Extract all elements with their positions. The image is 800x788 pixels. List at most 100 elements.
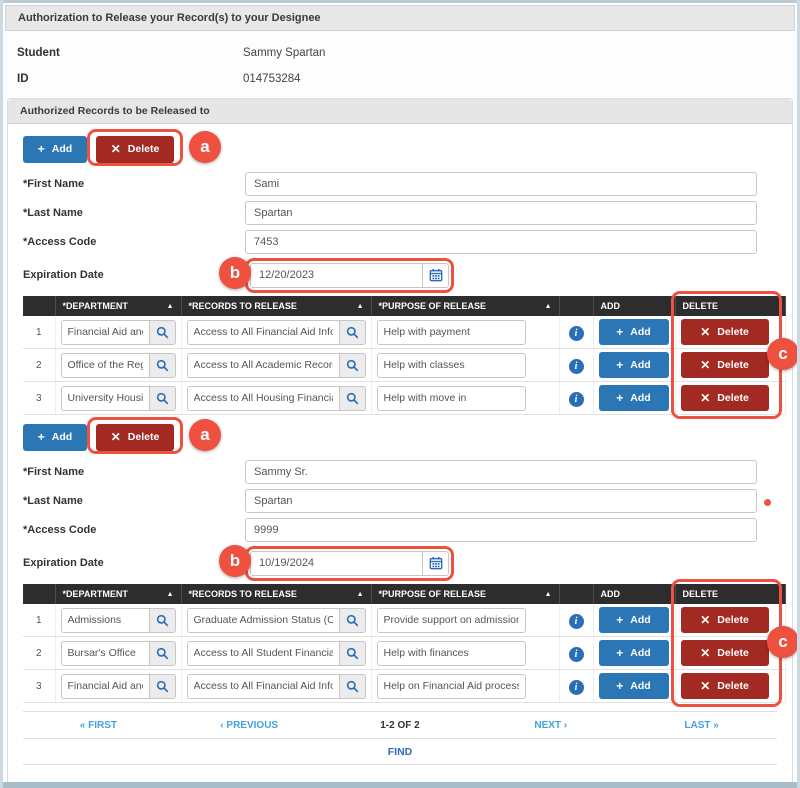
student-info: Student Sammy Spartan ID 014753284 <box>3 31 797 96</box>
info-icon[interactable]: i <box>569 680 584 695</box>
sort-asc-icon[interactable]: ▲ <box>167 303 174 310</box>
pagination-last[interactable]: LAST » <box>626 720 777 731</box>
add-designee-button-2[interactable]: + Add <box>23 424 87 451</box>
pagination-previous[interactable]: ‹ PREVIOUS <box>174 720 325 731</box>
records-search-button[interactable] <box>340 674 366 699</box>
department-search-button[interactable] <box>150 353 176 378</box>
records-input[interactable] <box>187 641 340 666</box>
records-search-button[interactable] <box>340 386 366 411</box>
delete-record-button[interactable]: ✕Delete <box>681 385 769 411</box>
plus-icon: + <box>616 326 623 338</box>
records-header[interactable]: *RECORDS TO RELEASE▲ <box>181 296 371 316</box>
table-row: 1 i +Add ✕Delete <box>23 316 785 349</box>
designee2-toolbar: + Add ✕ Delete a <box>23 420 777 454</box>
delete-record-button[interactable]: ✕Delete <box>681 607 769 633</box>
calendar-button-1[interactable] <box>422 263 449 288</box>
department-input[interactable] <box>61 386 150 411</box>
department-search-button[interactable] <box>150 674 176 699</box>
sort-asc-icon[interactable]: ▲ <box>357 303 364 310</box>
records-search-button[interactable] <box>340 320 366 345</box>
calendar-icon <box>429 268 443 282</box>
purpose-input[interactable] <box>377 320 526 345</box>
plus-icon: + <box>38 431 45 443</box>
last-name-input-2[interactable] <box>245 489 757 513</box>
department-search-button[interactable] <box>150 386 176 411</box>
delete-record-button[interactable]: ✕Delete <box>681 319 769 345</box>
department-search-button[interactable] <box>150 641 176 666</box>
expiration-date-input-2[interactable] <box>250 551 422 576</box>
records-input[interactable] <box>187 353 340 378</box>
row-number: 1 <box>23 604 55 637</box>
records-input[interactable] <box>187 320 340 345</box>
records-search-button[interactable] <box>340 641 366 666</box>
department-input[interactable] <box>61 674 150 699</box>
purpose-header[interactable]: *PURPOSE OF RELEASE▲ <box>371 584 559 604</box>
department-input[interactable] <box>61 608 150 633</box>
add-record-button[interactable]: +Add <box>599 607 669 633</box>
purpose-input[interactable] <box>377 641 526 666</box>
pagination-next[interactable]: NEXT › <box>475 720 626 731</box>
add-record-button[interactable]: +Add <box>599 352 669 378</box>
add-record-button[interactable]: +Add <box>599 640 669 666</box>
authorization-page: Authorization to Release your Record(s) … <box>0 0 800 788</box>
delete-record-button[interactable]: ✕Delete <box>681 352 769 378</box>
sort-asc-icon[interactable]: ▲ <box>357 591 364 598</box>
purpose-input[interactable] <box>377 353 526 378</box>
department-header[interactable]: *DEPARTMENT▲ <box>55 584 181 604</box>
add-record-button[interactable]: +Add <box>599 319 669 345</box>
access-code-row-2: *Access Code <box>23 516 777 543</box>
info-icon[interactable]: i <box>569 359 584 374</box>
records-search-button[interactable] <box>340 608 366 633</box>
records-input[interactable] <box>187 386 340 411</box>
add-header: ADD <box>593 296 675 316</box>
sort-asc-icon[interactable]: ▲ <box>167 591 174 598</box>
department-input[interactable] <box>61 353 150 378</box>
expiration-date-input-1[interactable] <box>250 263 422 288</box>
records-input[interactable] <box>187 608 340 633</box>
pagination-first[interactable]: « FIRST <box>23 720 174 731</box>
find-link[interactable]: FIND <box>388 746 413 758</box>
info-icon[interactable]: i <box>569 647 584 662</box>
first-name-input-1[interactable] <box>245 172 757 196</box>
purpose-input[interactable] <box>377 386 526 411</box>
delete-record-button[interactable]: ✕Delete <box>681 673 769 699</box>
student-label: Student <box>17 47 243 59</box>
purpose-header[interactable]: *PURPOSE OF RELEASE▲ <box>371 296 559 316</box>
add-record-button[interactable]: +Add <box>599 673 669 699</box>
department-input[interactable] <box>61 641 150 666</box>
search-icon <box>346 647 359 660</box>
first-name-input-2[interactable] <box>245 460 757 484</box>
records-input[interactable] <box>187 674 340 699</box>
pagination-range: 1-2 OF 2 <box>325 720 476 731</box>
department-header[interactable]: *DEPARTMENT▲ <box>55 296 181 316</box>
records-header[interactable]: *RECORDS TO RELEASE▲ <box>181 584 371 604</box>
section-body: + Add ✕ Delete a *First Name *Last Name … <box>8 124 792 785</box>
sort-asc-icon[interactable]: ▲ <box>545 303 552 310</box>
sort-asc-icon[interactable]: ▲ <box>545 591 552 598</box>
calendar-button-2[interactable] <box>422 551 449 576</box>
access-code-input-2[interactable] <box>245 518 757 542</box>
expiration-date-row-1: Expiration Date b <box>23 257 777 293</box>
access-code-input-1[interactable] <box>245 230 757 254</box>
delete-designee-button-2[interactable]: ✕ Delete <box>96 424 174 451</box>
table1-header-row: *DEPARTMENT▲ *RECORDS TO RELEASE▲ *PURPO… <box>23 296 785 316</box>
department-input[interactable] <box>61 320 150 345</box>
last-name-input-1[interactable] <box>245 201 757 225</box>
add-designee-button-1[interactable]: + Add <box>23 136 87 163</box>
department-search-button[interactable] <box>150 320 176 345</box>
delete-designee-button-1[interactable]: ✕ Delete <box>96 136 174 163</box>
info-icon[interactable]: i <box>569 614 584 629</box>
add-record-button[interactable]: +Add <box>599 385 669 411</box>
student-id-row: ID 014753284 <box>17 66 783 92</box>
info-icon[interactable]: i <box>569 326 584 341</box>
row-number: 1 <box>23 316 55 349</box>
x-icon: ✕ <box>111 143 121 155</box>
department-search-button[interactable] <box>150 608 176 633</box>
delete-record-button[interactable]: ✕Delete <box>681 640 769 666</box>
records-search-button[interactable] <box>340 353 366 378</box>
info-icon[interactable]: i <box>569 392 584 407</box>
purpose-input[interactable] <box>377 608 526 633</box>
purpose-input[interactable] <box>377 674 526 699</box>
first-name-label: *First Name <box>23 466 245 478</box>
plus-icon: + <box>616 359 623 371</box>
